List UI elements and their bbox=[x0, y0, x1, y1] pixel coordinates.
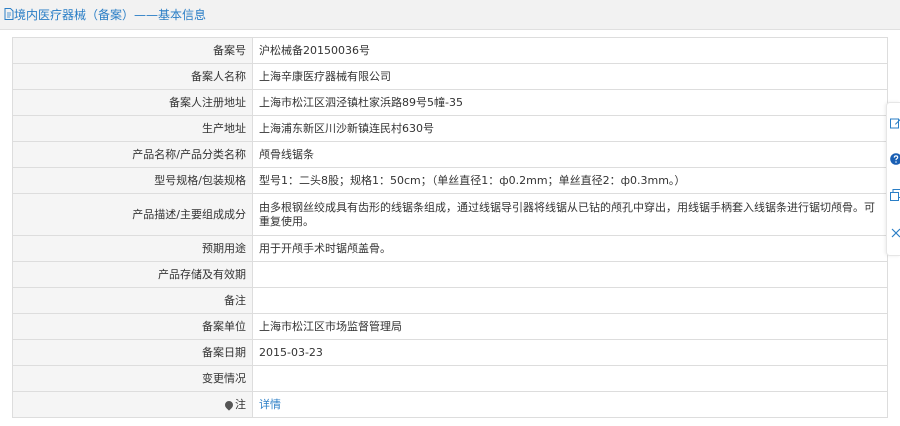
row-value: 上海浦东新区川沙新镇连民村630号 bbox=[252, 115, 888, 142]
row-value: 颅骨线锯条 bbox=[252, 141, 888, 168]
edit-button[interactable] bbox=[890, 117, 900, 131]
document-icon bbox=[4, 8, 14, 20]
help-button[interactable] bbox=[890, 153, 900, 167]
copy-button[interactable] bbox=[890, 189, 900, 203]
row-value: 型号1：二头8股；规格1：50cm；（单丝直径1：ф0.2mm；单丝直径2：ф0… bbox=[252, 167, 888, 194]
table-row: 备案号 沪松械备20150036号 bbox=[12, 37, 888, 64]
row-value bbox=[252, 365, 888, 392]
row-label: 生产地址 bbox=[12, 115, 253, 142]
row-value: 由多根钢丝绞成具有齿形的线锯条组成，通过线锯导引器将线锯从已钻的颅孔中穿出，用线… bbox=[252, 193, 888, 236]
edit-icon bbox=[890, 118, 900, 129]
table-row: 变更情况 bbox=[12, 365, 888, 392]
row-value: 用于开颅手术时锯颅盖骨。 bbox=[252, 235, 888, 262]
row-label: 型号规格/包装规格 bbox=[12, 167, 253, 194]
page-title: 境内医疗器械（备案）——基本信息 bbox=[14, 8, 207, 22]
row-value bbox=[252, 287, 888, 314]
side-toolbar bbox=[886, 102, 900, 256]
row-value: 2015-03-23 bbox=[252, 339, 888, 366]
table-row: 备案日期 2015-03-23 bbox=[12, 339, 888, 366]
table-row: 产品名称/产品分类名称 颅骨线锯条 bbox=[12, 141, 888, 168]
table-row: 产品描述/主要组成成分 由多根钢丝绞成具有齿形的线锯条组成，通过线锯导引器将线锯… bbox=[12, 193, 888, 236]
page-header: 境内医疗器械（备案）——基本信息 bbox=[0, 0, 900, 30]
row-label: 产品名称/产品分类名称 bbox=[12, 141, 253, 168]
help-icon bbox=[890, 153, 900, 165]
row-label: 产品描述/主要组成成分 bbox=[12, 193, 253, 236]
details-link[interactable]: 详情 bbox=[259, 398, 281, 411]
table-row: 注 详情 bbox=[12, 391, 888, 418]
close-icon bbox=[891, 228, 900, 238]
row-label: 产品存储及有效期 bbox=[12, 261, 253, 288]
row-label: 备注 bbox=[12, 287, 253, 314]
table-row: 产品存储及有效期 bbox=[12, 261, 888, 288]
close-button[interactable] bbox=[890, 227, 900, 241]
row-value: 沪松械备20150036号 bbox=[252, 37, 888, 64]
table-row: 备案人名称 上海辛康医疗器械有限公司 bbox=[12, 63, 888, 90]
row-value bbox=[252, 261, 888, 288]
row-value: 上海市松江区泗泾镇杜家浜路89号5幢-35 bbox=[252, 89, 888, 116]
table-row: 备注 bbox=[12, 287, 888, 314]
row-value: 详情 bbox=[252, 391, 888, 418]
note-label: 注 bbox=[235, 397, 246, 411]
row-label: 预期用途 bbox=[12, 235, 253, 262]
table-row: 备案单位 上海市松江区市场监督管理局 bbox=[12, 313, 888, 340]
row-label: 注 bbox=[12, 391, 253, 418]
row-value: 上海市松江区市场监督管理局 bbox=[252, 313, 888, 340]
row-value: 上海辛康医疗器械有限公司 bbox=[252, 63, 888, 90]
table-row: 型号规格/包装规格 型号1：二头8股；规格1：50cm；（单丝直径1：ф0.2m… bbox=[12, 167, 888, 194]
row-label: 备案人注册地址 bbox=[12, 89, 253, 116]
row-label: 备案号 bbox=[12, 37, 253, 64]
pin-icon bbox=[223, 398, 235, 411]
row-label: 变更情况 bbox=[12, 365, 253, 392]
table-row: 备案人注册地址 上海市松江区泗泾镇杜家浜路89号5幢-35 bbox=[12, 89, 888, 116]
row-label: 备案单位 bbox=[12, 313, 253, 340]
table-row: 生产地址 上海浦东新区川沙新镇连民村630号 bbox=[12, 115, 888, 142]
copy-icon bbox=[890, 189, 900, 201]
detail-table: 备案号 沪松械备20150036号 备案人名称 上海辛康医疗器械有限公司 备案人… bbox=[12, 37, 888, 418]
row-label: 备案人名称 bbox=[12, 63, 253, 90]
row-label: 备案日期 bbox=[12, 339, 253, 366]
table-row: 预期用途 用于开颅手术时锯颅盖骨。 bbox=[12, 235, 888, 262]
